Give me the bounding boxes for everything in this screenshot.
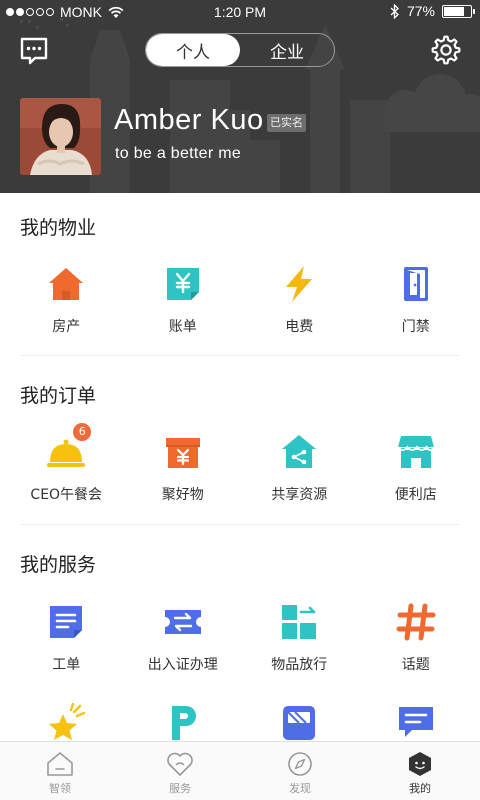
door-icon (394, 262, 438, 306)
store-icon (394, 430, 438, 474)
segment-personal[interactable]: 个人 (146, 34, 240, 66)
grid-item-label: 话题 (401, 657, 430, 673)
user-name: Amber Kuo (114, 104, 264, 136)
grid-item-label: 便利店 (394, 487, 437, 503)
status-bar: MONK 1:20 PM 77% (0, 0, 480, 24)
section-divider (20, 355, 460, 356)
account-type-switch[interactable]: 个人 企业 (145, 33, 335, 67)
grid-item-bill[interactable]: 账单 (125, 262, 242, 336)
grid-item-label: CEO午餐会 (30, 487, 103, 503)
battery-status: 77% (390, 3, 475, 19)
services-grid-more (0, 700, 480, 744)
item-release-icon (277, 600, 321, 644)
grid-item-ceo-lunch[interactable]: 6 CEO午餐会 (8, 422, 125, 504)
work-order-icon (44, 600, 88, 644)
grid-item-label: 门禁 (401, 319, 430, 335)
services-grid: 工单 出入证办理 物品放行 话题 (0, 600, 480, 674)
message-icon (394, 700, 438, 744)
avatar-portrait-image (20, 98, 101, 175)
grid-item-label: 聚好物 (161, 487, 204, 503)
tab-mine[interactable]: 我的 (360, 742, 480, 800)
segment-enterprise[interactable]: 企业 (240, 34, 334, 66)
settings-button[interactable] (430, 34, 462, 66)
grid-item-label: 账单 (168, 319, 197, 335)
bluetooth-icon (390, 3, 399, 19)
lightning-icon (277, 262, 321, 306)
section-divider (20, 524, 460, 525)
chat-bubble-icon (20, 37, 48, 65)
parking-icon (161, 700, 205, 744)
grid-item-work-order[interactable]: 工单 (8, 600, 125, 674)
user-tagline: to be a better me (115, 145, 242, 162)
order-count-badge: 6 (72, 422, 93, 442)
heart-icon (166, 750, 194, 778)
section-title-orders: 我的订单 (20, 385, 97, 407)
tab-label: 发现 (289, 782, 311, 795)
property-grid: 房产 账单 电费 门禁 (0, 262, 480, 336)
grid-item-label: 房产 (52, 319, 81, 335)
tab-label: 智领 (49, 782, 71, 795)
grid-item-label: 工单 (52, 657, 81, 673)
grid-item-favorites[interactable] (8, 700, 125, 744)
grid-item-label: 共享资源 (271, 487, 328, 503)
tab-services[interactable]: 服务 (120, 742, 240, 800)
grid-item-label: 物品放行 (271, 657, 328, 673)
orders-grid: 6 CEO午餐会 聚好物 共享资源 便利店 (0, 422, 480, 504)
grid-item-convenience-store[interactable]: 便利店 (358, 430, 475, 504)
battery-percent: 77% (406, 3, 435, 19)
grid-item-property[interactable]: 房产 (8, 262, 125, 336)
grid-item-pass-application[interactable]: 出入证办理 (125, 600, 242, 674)
grid-item-shuttle-bus[interactable] (241, 700, 358, 744)
tab-discover[interactable]: 发现 (240, 742, 360, 800)
bottom-tab-bar: 智领 服务 发现 我的 (0, 741, 480, 800)
avatar[interactable] (20, 98, 101, 175)
message-button[interactable] (18, 34, 50, 66)
grid-item-topics[interactable]: 话题 (358, 600, 475, 674)
hashtag-icon (394, 600, 438, 644)
share-house-icon (277, 430, 321, 474)
home-icon (46, 750, 74, 778)
gift-box-yen-icon (161, 430, 205, 474)
bus-icon (277, 700, 321, 744)
house-icon (44, 262, 88, 306)
tab-label: 服务 (169, 782, 191, 795)
grid-item-access-control[interactable]: 门禁 (358, 262, 475, 336)
pass-ticket-icon (161, 600, 205, 644)
section-title-property: 我的物业 (20, 217, 97, 239)
battery-icon (442, 4, 475, 18)
grid-item-electricity[interactable]: 电费 (241, 262, 358, 336)
profile-face-icon (406, 750, 434, 778)
star-icon (44, 700, 88, 744)
profile-header: MONK 1:20 PM 77% 个人 企业 Amber Kuo 已实名 to … (0, 0, 480, 193)
grid-item-item-release[interactable]: 物品放行 (241, 600, 358, 674)
verified-badge: 已实名 (267, 114, 306, 132)
dish-cloche-icon: 6 (44, 422, 93, 474)
grid-item-messages[interactable] (358, 700, 475, 744)
gear-icon (431, 35, 461, 65)
grid-item-parking[interactable] (125, 700, 242, 744)
bill-yen-icon (161, 262, 205, 306)
section-title-services: 我的服务 (20, 554, 97, 576)
tab-label: 我的 (409, 782, 431, 795)
tab-home[interactable]: 智领 (0, 742, 120, 800)
grid-item-label: 出入证办理 (147, 657, 218, 673)
grid-item-shared-resources[interactable]: 共享资源 (241, 430, 358, 504)
compass-icon (286, 750, 314, 778)
grid-item-good-deals[interactable]: 聚好物 (125, 430, 242, 504)
grid-item-label: 电费 (285, 319, 314, 335)
